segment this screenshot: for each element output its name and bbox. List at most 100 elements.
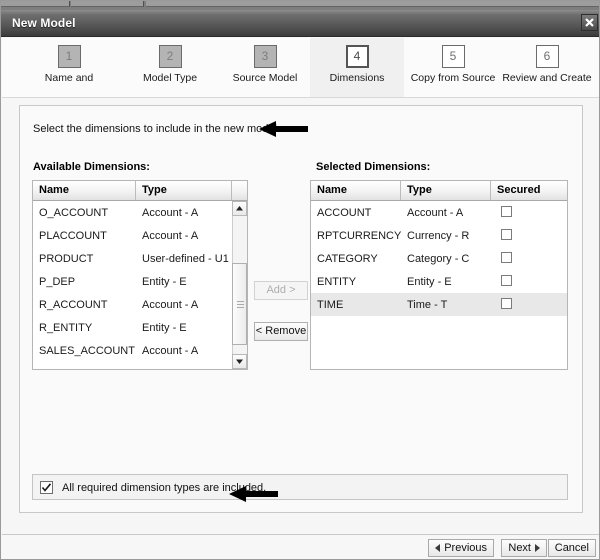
available-list-scrollbar[interactable] (232, 201, 247, 369)
add-button[interactable]: Add > (254, 281, 308, 300)
cell-name: P_DEP (39, 275, 76, 288)
cell-type: Entity - E (407, 275, 452, 288)
wizard-step-6-label: Review and Create (502, 72, 592, 84)
available-dimensions-list[interactable]: Name Type O_ACCOUNT Account - A PLACCOUN… (32, 180, 248, 370)
wizard-step-3-label: Source Model (232, 72, 298, 84)
instruction-text: Select the dimensions to include in the … (33, 123, 277, 135)
cell-type: Group - G (136, 368, 232, 370)
table-row[interactable]: R_ENTITY Entity - E (33, 316, 247, 339)
wizard-step-4-number: 4 (345, 45, 369, 68)
table-row[interactable]: PLACCOUNT Account - A (33, 224, 247, 247)
cell-type: Entity - E (142, 275, 187, 288)
cell-name: SCOPE (33, 368, 136, 370)
cell-type: Currency - R (407, 229, 470, 242)
selected-dimensions-label: Selected Dimensions: (316, 161, 431, 173)
triangle-right-icon (535, 544, 540, 552)
scrollbar-grip (237, 301, 244, 308)
wizard-step-2-label: Model Type (142, 72, 198, 84)
cell-type: Time - T (407, 298, 448, 311)
dialog-title: New Model (12, 16, 76, 30)
wizard-step-2-number: 2 (158, 45, 182, 68)
table-row[interactable]: TIME Time - T (311, 293, 567, 316)
table-row[interactable]: SCOPE Group - G (33, 362, 247, 370)
wizard-step-4[interactable]: 4 Dimensions (310, 38, 404, 97)
close-button[interactable] (581, 14, 598, 31)
scroll-down-button[interactable] (232, 354, 247, 369)
wizard-step-2[interactable]: 2 Model Type (120, 38, 220, 97)
cell-name: PRODUCT (39, 252, 94, 265)
background-tab-2 (71, 1, 144, 7)
scrollbar-thumb[interactable] (232, 263, 247, 345)
selected-list-body: ACCOUNT Account - A RPTCURRENCY Currency… (311, 201, 567, 316)
available-dimensions-label: Available Dimensions: (33, 161, 150, 173)
secured-checkbox[interactable] (501, 205, 512, 217)
triangle-down-icon (236, 359, 243, 364)
wizard-steps: 1 Name and 2 Model Type 3 Source Model 4… (2, 38, 599, 98)
dialog-footer: Previous Next Cancel (2, 535, 599, 559)
cell-name: R_ACCOUNT (39, 298, 108, 311)
wizard-step-4-label: Dimensions (329, 72, 385, 84)
cell-type: Account - A (142, 298, 199, 311)
selected-header-secured: Secured (497, 184, 541, 196)
scroll-up-button[interactable] (232, 201, 247, 216)
wizard-step-3-number: 3 (253, 45, 277, 68)
cell-name: ACCOUNT (317, 206, 372, 219)
cancel-button[interactable]: Cancel (547, 539, 596, 557)
close-icon (585, 18, 594, 27)
selected-header-name: Name (311, 181, 401, 200)
cell-name: TIME (317, 298, 344, 311)
cell-type: User-defined - U1 (142, 252, 229, 265)
next-button[interactable]: Next (501, 539, 547, 557)
secured-checkbox[interactable] (501, 274, 512, 286)
selected-dimensions-list[interactable]: Name Type Secured ACCOUNT Account - A RP… (310, 180, 568, 370)
previous-button[interactable]: Previous (428, 539, 494, 557)
background-tab-1 (1, 1, 70, 7)
available-header-name: Name (33, 181, 136, 200)
secured-checkbox[interactable] (501, 251, 512, 263)
triangle-left-icon (435, 544, 441, 552)
required-types-label: All required dimension types are include… (62, 482, 267, 494)
cell-type: Entity - E (142, 321, 187, 334)
table-row[interactable]: R_ACCOUNT Account - A (33, 293, 247, 316)
wizard-step-1-number: 1 (57, 45, 81, 68)
selected-list-header: Name Type Secured (311, 181, 567, 201)
available-header-type: Type (136, 181, 232, 200)
cell-type: Account - A (142, 344, 199, 357)
cell-name: R_ENTITY (39, 321, 93, 334)
cell-type: Account - A (142, 206, 199, 219)
wizard-step-6[interactable]: 6 Review and Create (492, 38, 599, 97)
table-row[interactable]: O_ACCOUNT Account - A (33, 201, 247, 224)
wizard-step-1-label: Name and (44, 72, 94, 84)
cell-name: CATEGORY (317, 252, 378, 265)
requirement-bar: All required dimension types are include… (32, 474, 568, 500)
wizard-step-1[interactable]: 1 Name and (14, 38, 124, 97)
wizard-step-3[interactable]: 3 Source Model (214, 38, 316, 97)
secured-checkbox[interactable] (501, 297, 512, 309)
required-types-checkbox[interactable] (40, 481, 53, 494)
dialog-titlebar: New Model (1, 10, 599, 37)
table-row[interactable]: P_DEP Entity - E (33, 270, 247, 293)
table-row[interactable]: ACCOUNT Account - A (311, 201, 567, 224)
cell-name: PLACCOUNT (39, 229, 107, 242)
wizard-step-6-number: 6 (535, 45, 559, 68)
table-row[interactable]: RPTCURRENCY Currency - R (311, 224, 567, 247)
table-row[interactable]: ENTITY Entity - E (311, 270, 567, 293)
secured-checkbox[interactable] (501, 228, 512, 240)
cell-type: Account - A (142, 229, 199, 242)
available-list-body: O_ACCOUNT Account - A PLACCOUNT Account … (33, 201, 247, 370)
background-tab-3 (146, 1, 599, 7)
remove-button[interactable]: < Remove (254, 322, 308, 341)
table-row[interactable]: SALES_ACCOUNT Account - A (33, 339, 247, 362)
cancel-button-label: Cancel (554, 542, 589, 554)
cell-name: RPTCURRENCY (317, 229, 401, 242)
table-row[interactable]: CATEGORY Category - C (311, 247, 567, 270)
triangle-up-icon (236, 206, 243, 211)
selected-header-type: Type (401, 181, 491, 200)
previous-button-label: Previous (444, 542, 487, 554)
cell-name: SALES_ACCOUNT (39, 344, 135, 357)
cell-type: Category - C (407, 252, 470, 265)
cell-name: ENTITY (317, 275, 357, 288)
cell-type: Account - A (407, 206, 464, 219)
table-row[interactable]: PRODUCT User-defined - U1 (33, 247, 247, 270)
available-list-header: Name Type (33, 181, 247, 201)
